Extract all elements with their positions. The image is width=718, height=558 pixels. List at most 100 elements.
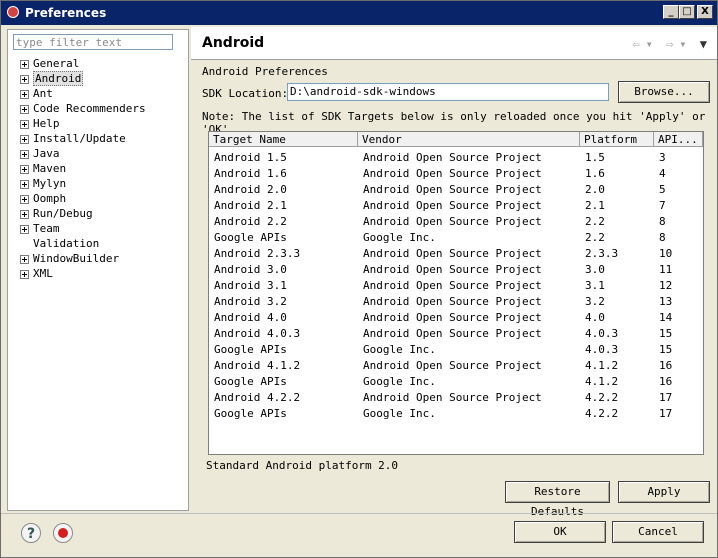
cell-platform: 4.0 bbox=[585, 311, 605, 324]
expand-icon[interactable] bbox=[20, 119, 29, 129]
view-menu-icon[interactable]: ▼ bbox=[700, 37, 707, 51]
column-header-platform[interactable]: Platform bbox=[580, 132, 654, 147]
expand-icon[interactable] bbox=[20, 224, 29, 234]
cell-api: 15 bbox=[659, 327, 673, 340]
table-row[interactable]: Google APIs Google Inc. 4.2.2 17 bbox=[209, 406, 703, 422]
apply-button[interactable]: Apply bbox=[618, 481, 710, 503]
tree-item[interactable]: Validation bbox=[20, 236, 146, 251]
cell-target-name: Android 1.5 bbox=[214, 151, 287, 164]
cell-vendor: Android Open Source Project bbox=[363, 215, 542, 228]
table-row[interactable]: Google APIs Google Inc. 4.1.2 16 bbox=[209, 374, 703, 390]
browse-button[interactable]: Browse... bbox=[618, 81, 710, 103]
tree-item[interactable]: Code Recommenders bbox=[20, 101, 146, 116]
cell-target-name: Android 4.1.2 bbox=[214, 359, 301, 372]
forward-dropdown-icon[interactable]: ▾ bbox=[679, 37, 686, 51]
tree-item[interactable]: WindowBuilder bbox=[20, 251, 146, 266]
back-arrow-icon[interactable]: ⇦ bbox=[632, 37, 639, 51]
record-macro-icon[interactable] bbox=[53, 523, 73, 543]
expand-icon[interactable] bbox=[20, 194, 29, 204]
cancel-button[interactable]: Cancel bbox=[612, 521, 704, 543]
tree-item[interactable]: XML bbox=[20, 266, 146, 281]
tree-item[interactable]: Ant bbox=[20, 86, 146, 101]
dialog-footer bbox=[1, 513, 717, 558]
cell-vendor: Android Open Source Project bbox=[363, 327, 542, 340]
preferences-navigation: type filter text General Android Ant Code R… bbox=[7, 29, 189, 511]
table-row[interactable]: Android 2.2 Android Open Source Project 2.… bbox=[209, 214, 703, 230]
maximize-button[interactable]: □ bbox=[679, 5, 695, 19]
cell-target-name: Google APIs bbox=[214, 375, 287, 388]
expand-icon[interactable] bbox=[20, 269, 29, 279]
expand-icon[interactable] bbox=[20, 179, 29, 189]
tree-item-label: Ant bbox=[33, 87, 53, 100]
tree-item[interactable]: Android bbox=[20, 71, 146, 86]
table-row[interactable]: Android 3.1 Android Open Source Project 3.… bbox=[209, 278, 703, 294]
expand-icon[interactable] bbox=[20, 104, 29, 114]
cell-vendor: Google Inc. bbox=[363, 375, 436, 388]
table-row[interactable]: Android 2.3.3 Android Open Source Project… bbox=[209, 246, 703, 262]
table-row[interactable]: Android 2.0 Android Open Source Project 2.… bbox=[209, 182, 703, 198]
cell-api: 12 bbox=[659, 279, 673, 292]
cell-vendor: Android Open Source Project bbox=[363, 279, 542, 292]
cell-platform: 2.1 bbox=[585, 199, 605, 212]
cell-vendor: Android Open Source Project bbox=[363, 263, 542, 276]
tree-item[interactable]: Mylyn bbox=[20, 176, 146, 191]
expand-icon[interactable] bbox=[20, 149, 29, 159]
tree-item[interactable]: Team bbox=[20, 221, 146, 236]
tree-item[interactable]: Maven bbox=[20, 161, 146, 176]
sdk-location-label: SDK Location: bbox=[202, 87, 289, 100]
table-row[interactable]: Android 2.1 Android Open Source Project 2.… bbox=[209, 198, 703, 214]
table-row[interactable]: Android 4.0 Android Open Source Project 4.… bbox=[209, 310, 703, 326]
help-icon[interactable]: ? bbox=[21, 523, 41, 543]
tree-item[interactable]: Install/Update bbox=[20, 131, 146, 146]
minimize-button[interactable]: _ bbox=[663, 5, 679, 19]
expand-icon[interactable] bbox=[20, 89, 29, 99]
cell-api: 14 bbox=[659, 311, 673, 324]
tree-item[interactable]: Help bbox=[20, 116, 146, 131]
table-row[interactable]: Android 3.0 Android Open Source Project 3.… bbox=[209, 262, 703, 278]
tree-item[interactable]: Run/Debug bbox=[20, 206, 146, 221]
cell-vendor: Android Open Source Project bbox=[363, 247, 542, 260]
cell-api: 4 bbox=[659, 167, 666, 180]
filter-input[interactable]: type filter text bbox=[13, 34, 173, 50]
expand-icon[interactable] bbox=[20, 134, 29, 144]
cell-platform: 2.2 bbox=[585, 215, 605, 228]
eclipse-icon bbox=[7, 6, 19, 18]
expand-icon[interactable] bbox=[20, 164, 29, 174]
expand-icon[interactable] bbox=[20, 74, 29, 84]
table-row[interactable]: Android 4.2.2 Android Open Source Project… bbox=[209, 390, 703, 406]
tree-item[interactable]: Java bbox=[20, 146, 146, 161]
table-row[interactable]: Android 4.1.2 Android Open Source Project… bbox=[209, 358, 703, 374]
table-row[interactable]: Android 3.2 Android Open Source Project 3.… bbox=[209, 294, 703, 310]
title-bar[interactable]: Preferences _ □ X bbox=[1, 1, 717, 25]
expand-icon[interactable] bbox=[20, 209, 29, 219]
tree-item-label: Maven bbox=[33, 162, 67, 175]
window-title: Preferences bbox=[25, 6, 107, 20]
expand-icon[interactable] bbox=[20, 59, 29, 69]
table-row[interactable]: Android 4.0.3 Android Open Source Project… bbox=[209, 326, 703, 342]
cell-platform: 4.0.3 bbox=[585, 343, 619, 356]
sdk-targets-table[interactable]: Target Name Vendor Platform API... Andro… bbox=[208, 131, 704, 455]
column-header-vendor[interactable]: Vendor bbox=[358, 132, 580, 147]
cell-platform: 3.1 bbox=[585, 279, 605, 292]
expand-icon[interactable] bbox=[20, 254, 29, 264]
close-button[interactable]: X bbox=[697, 5, 713, 19]
table-row[interactable]: Google APIs Google Inc. 2.2 8 bbox=[209, 230, 703, 246]
preferences-window: Preferences _ □ X type filter text Gener… bbox=[0, 0, 718, 558]
tree-item[interactable]: General bbox=[20, 56, 146, 71]
restore-defaults-button[interactable]: Restore Defaults bbox=[505, 481, 610, 518]
table-row[interactable]: Google APIs Google Inc. 4.0.3 15 bbox=[209, 342, 703, 358]
ok-button[interactable]: OK bbox=[514, 521, 606, 543]
column-header-target-name[interactable]: Target Name bbox=[209, 132, 358, 147]
cell-api: 8 bbox=[659, 215, 666, 228]
tree-item-label: Oomph bbox=[33, 192, 67, 205]
cell-vendor: Android Open Source Project bbox=[363, 295, 542, 308]
cell-api: 5 bbox=[659, 183, 666, 196]
table-row[interactable]: Android 1.5 Android Open Source Project 1.… bbox=[209, 150, 703, 166]
back-dropdown-icon[interactable]: ▾ bbox=[646, 37, 653, 51]
column-header-api[interactable]: API... bbox=[654, 132, 703, 147]
cell-platform: 2.0 bbox=[585, 183, 605, 196]
table-row[interactable]: Android 1.6 Android Open Source Project 1.… bbox=[209, 166, 703, 182]
tree-item[interactable]: Oomph bbox=[20, 191, 146, 206]
sdk-location-input[interactable]: D:\android-sdk-windows bbox=[287, 83, 609, 101]
forward-arrow-icon[interactable]: ⇨ bbox=[666, 37, 673, 51]
